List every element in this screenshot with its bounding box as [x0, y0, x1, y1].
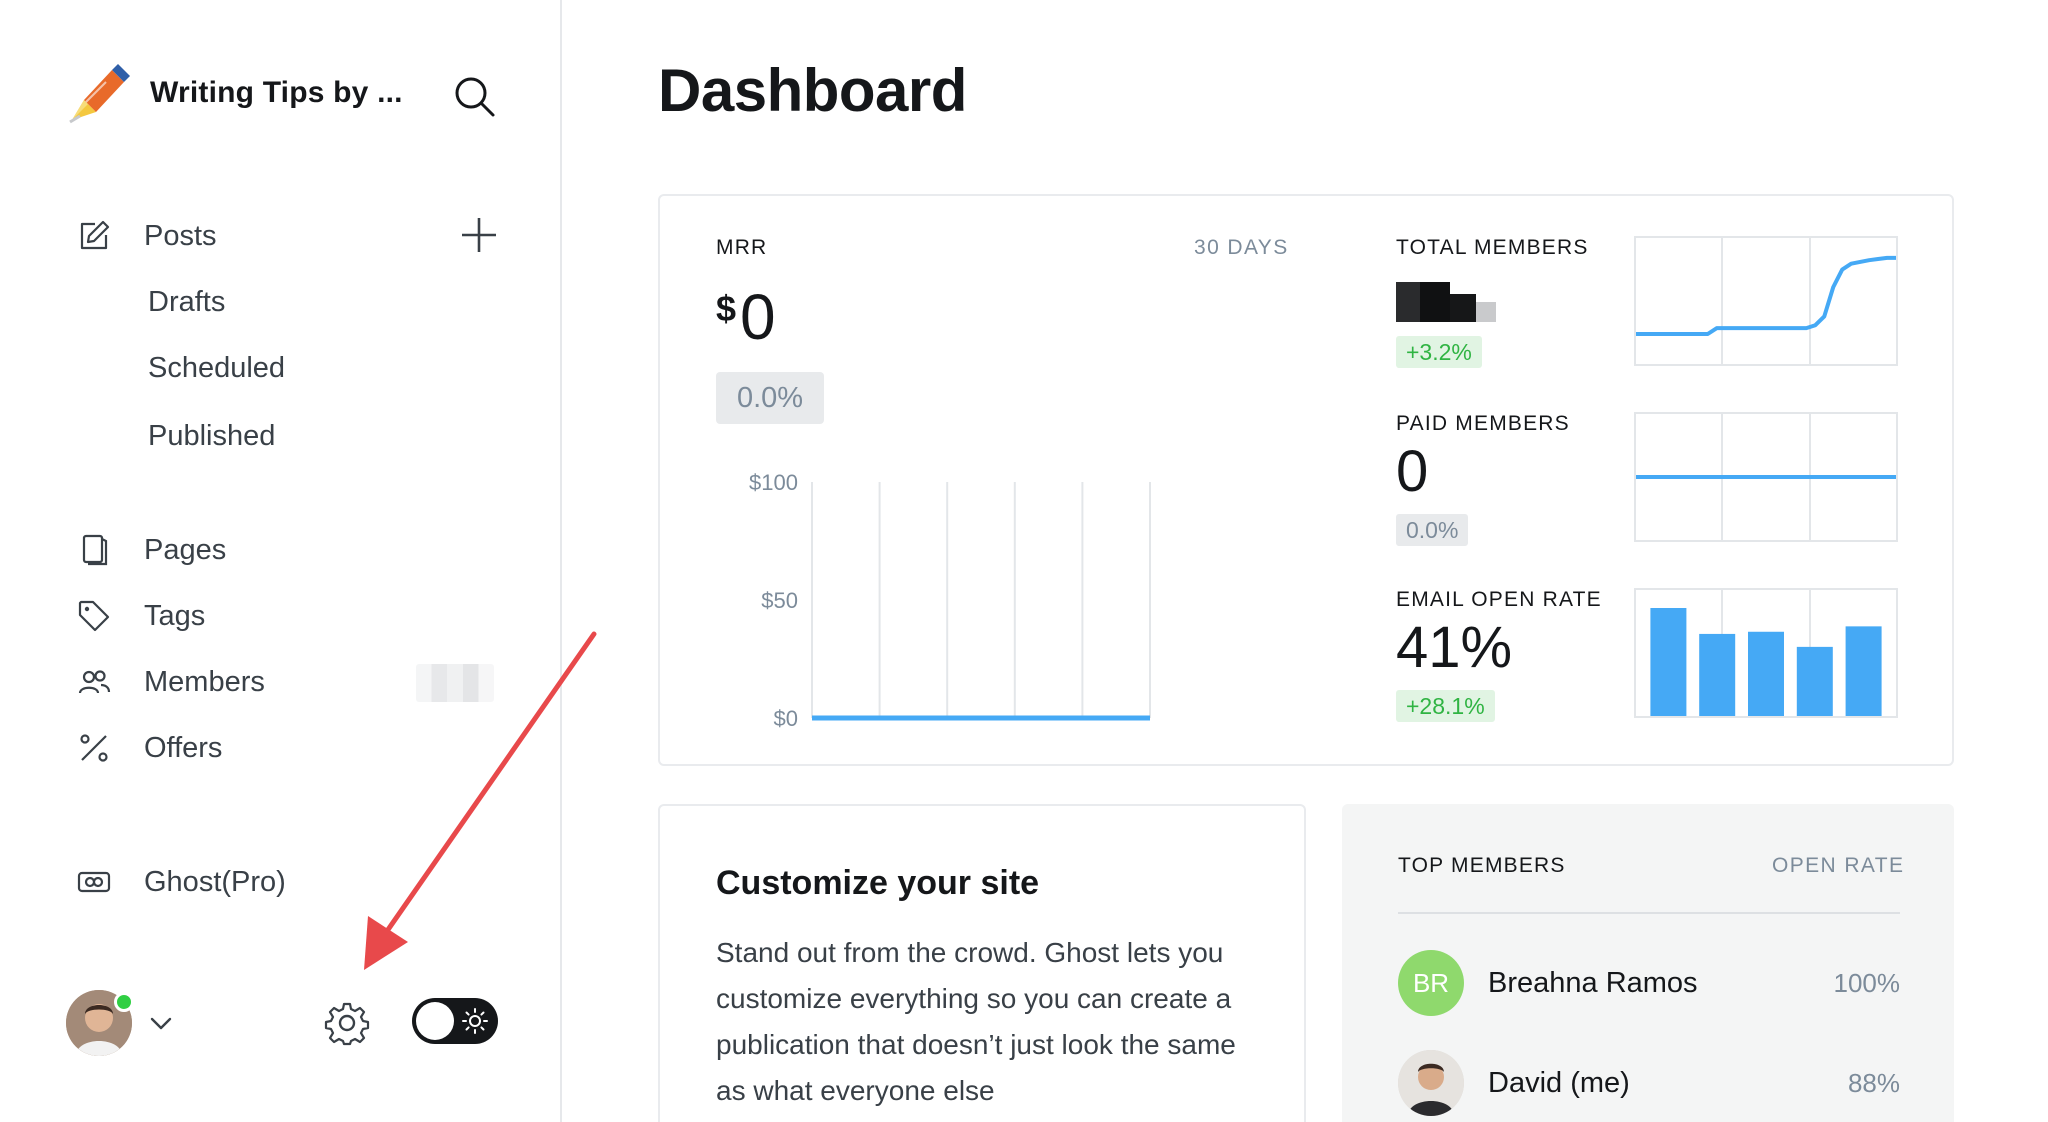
top-member-row[interactable]: David (me) 88%	[1398, 1048, 1900, 1118]
email-open-rate-delta: +28.1%	[1396, 690, 1495, 722]
sidebar-item-label: Offers	[144, 731, 223, 764]
paid-members-chart	[1634, 412, 1898, 542]
chart-frame	[1634, 236, 1898, 366]
sidebar-item-ghost-pro[interactable]: Ghost(Pro)	[76, 858, 286, 906]
sidebar-item-scheduled[interactable]: Scheduled	[148, 348, 285, 388]
add-post-plus-icon[interactable]	[458, 214, 500, 256]
member-name: Breahna Ramos	[1488, 966, 1698, 999]
mrr-amount: 0	[740, 281, 776, 353]
divider	[1398, 912, 1900, 914]
customize-site-card[interactable]: Customize your site Stand out from the c…	[658, 804, 1306, 1122]
online-status-dot	[114, 992, 134, 1012]
top-members-card: TOP MEMBERS OPEN RATE BR Breahna Ramos 1…	[1342, 804, 1954, 1122]
total-members-value-redacted	[1396, 282, 1496, 322]
sidebar-item-posts[interactable]: Posts	[76, 212, 217, 260]
open-rate-header: OPEN RATE	[1772, 854, 1905, 877]
total-members-series-line	[1636, 255, 1896, 336]
mrr-currency: $	[716, 288, 737, 329]
members-count-redacted	[416, 664, 494, 702]
tag-icon	[78, 600, 110, 632]
member-avatar: BR	[1398, 950, 1464, 1016]
total-members-label: TOTAL MEMBERS	[1396, 236, 1589, 259]
email-open-rate-bar	[1845, 626, 1882, 716]
mrr-chart: $100 $50 $0	[749, 470, 1151, 731]
site-brand[interactable]: Writing Tips by ...	[66, 60, 403, 126]
sidebar-item-pages[interactable]: Pages	[76, 526, 226, 574]
sidebar-item-label: Ghost(Pro)	[144, 865, 286, 898]
paid-members-delta: 0.0%	[1396, 514, 1469, 546]
member-name: David (me)	[1488, 1066, 1630, 1099]
sun-icon	[462, 1008, 488, 1034]
top-member-row[interactable]: BR Breahna Ramos 100%	[1398, 948, 1900, 1018]
search-icon[interactable]	[452, 74, 496, 118]
page-title: Dashboard	[658, 57, 967, 124]
email-open-rate-bar	[1650, 608, 1687, 716]
email-open-rate-value: 41%	[1396, 615, 1513, 680]
member-open-rate: 88%	[1847, 1067, 1900, 1098]
sidebar: Writing Tips by ... Posts Drafts Schedul…	[0, 0, 562, 1122]
sidebar-item-members[interactable]: Members	[76, 658, 265, 706]
fountain-pen-logo-icon	[69, 64, 130, 124]
member-avatar-image	[1398, 1050, 1464, 1116]
total-members-chart	[1634, 236, 1898, 366]
sidebar-item-label: Pages	[144, 533, 227, 566]
email-open-rate-label: EMAIL OPEN RATE	[1396, 588, 1602, 611]
total-members-delta: +3.2%	[1396, 336, 1482, 368]
sidebar-item-tags[interactable]: Tags	[76, 592, 205, 640]
sidebar-item-offers[interactable]: Offers	[76, 724, 222, 772]
sidebar-item-drafts[interactable]: Drafts	[148, 282, 225, 322]
member-open-rate: 100%	[1833, 967, 1901, 998]
email-open-rate-bar	[1748, 631, 1784, 716]
sidebar-item-label: Tags	[144, 599, 206, 632]
customize-title: Customize your site	[716, 864, 1040, 902]
y-tick-label: $100	[749, 470, 798, 495]
chevron-down-icon[interactable]	[148, 1010, 174, 1036]
email-open-rate-chart	[1634, 588, 1898, 718]
sidebar-item-published[interactable]: Published	[148, 416, 275, 456]
mrr-label: MRR	[716, 236, 768, 259]
ghost-pro-icon	[77, 871, 111, 893]
percent-icon	[80, 734, 108, 762]
paid-members-label: PAID MEMBERS	[1396, 412, 1570, 435]
edit-icon	[80, 220, 110, 250]
sidebar-item-label: Members	[144, 665, 265, 698]
toggle-knob	[416, 1002, 454, 1040]
mrr-delta-badge: 0.0%	[716, 372, 824, 424]
customize-body: Stand out from the crowd. Ghost lets you…	[716, 937, 1236, 1106]
y-tick-label: $50	[761, 588, 798, 613]
mrr-value: $ 0	[716, 280, 776, 354]
metrics-card: MRR 30 DAYS $ 0 0.0% $100 $50 $0 TOTAL MEM…	[658, 194, 1954, 766]
mrr-range-label[interactable]: 30 DAYS	[1194, 236, 1289, 260]
site-title: Writing Tips by ...	[150, 76, 403, 109]
email-open-rate-bar	[1796, 646, 1833, 716]
settings-gear-icon[interactable]	[324, 1000, 370, 1046]
member-avatar	[1398, 1050, 1464, 1116]
theme-toggle[interactable]	[412, 998, 498, 1044]
y-tick-label: $0	[774, 706, 798, 731]
sidebar-item-label: Posts	[144, 219, 217, 252]
top-members-title: TOP MEMBERS	[1398, 854, 1566, 877]
email-open-rate-bar	[1699, 633, 1736, 716]
members-icon	[78, 670, 111, 694]
pages-icon	[82, 534, 108, 566]
paid-members-value: 0	[1396, 439, 1429, 504]
